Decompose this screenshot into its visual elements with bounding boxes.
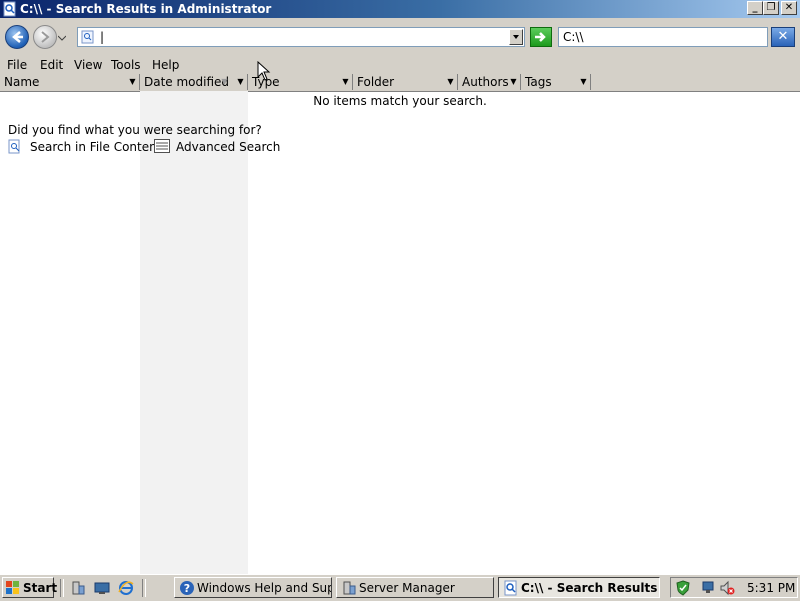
- column-type-filter[interactable]: ▼: [340, 75, 351, 89]
- search-text: C:\\: [563, 30, 584, 44]
- windows-logo-icon: [6, 581, 19, 594]
- menu-view[interactable]: View: [74, 58, 102, 72]
- column-name[interactable]: Name: [0, 74, 140, 90]
- taskbar-server-manager[interactable]: Server Manager: [336, 577, 494, 598]
- svg-text:?: ?: [184, 582, 190, 595]
- go-arrow-icon: [535, 32, 546, 42]
- sort-indicator-icon: ▼: [221, 77, 228, 86]
- menu-file[interactable]: File: [7, 58, 27, 72]
- search-folder-icon: [81, 30, 94, 44]
- taskbar-help-support[interactable]: ? Windows Help and Support: [174, 577, 332, 598]
- minimize-button[interactable]: _: [747, 1, 763, 15]
- back-arrow-icon: [12, 31, 23, 43]
- taskbar-separator: [142, 579, 146, 597]
- document-search-icon: [8, 139, 20, 154]
- column-date-label: Date modified: [144, 75, 230, 89]
- forward-arrow-icon: [41, 31, 50, 43]
- column-folder[interactable]: Folder: [353, 74, 458, 90]
- address-toolbar: | C:\\ ✕: [0, 18, 800, 56]
- close-icon: ✕: [777, 29, 789, 44]
- column-authors-label: Authors: [462, 75, 509, 89]
- back-button[interactable]: [5, 25, 29, 49]
- volume-muted-icon[interactable]: [719, 580, 735, 596]
- mouse-cursor-icon: [257, 61, 271, 81]
- show-desktop-icon[interactable]: [94, 580, 110, 596]
- address-dropdown-button[interactable]: [509, 29, 523, 45]
- advanced-search-icon: [154, 139, 170, 153]
- column-headers: Name ▼ Date modified ▼ ▼ Type ▼ Folder ▼…: [0, 74, 800, 92]
- search-file-contents-label: Search in File Contents: [30, 140, 168, 154]
- column-date-filter[interactable]: ▼: [235, 75, 246, 89]
- column-tags-filter[interactable]: ▼: [578, 75, 589, 89]
- column-name-filter[interactable]: ▼: [127, 75, 138, 89]
- taskbar-separator: [60, 579, 64, 597]
- taskbar-help-label: Windows Help and Support: [197, 581, 331, 595]
- chevron-down-icon[interactable]: [58, 34, 66, 42]
- column-folder-filter[interactable]: ▼: [445, 75, 456, 89]
- column-date-modified[interactable]: Date modified: [140, 74, 248, 90]
- menu-tools[interactable]: Tools: [111, 58, 141, 72]
- sorted-column-highlight: [140, 91, 248, 574]
- clear-search-button[interactable]: ✕: [771, 27, 795, 47]
- column-name-label: Name: [4, 75, 40, 89]
- search-input[interactable]: C:\\: [558, 27, 768, 47]
- start-label: Start: [23, 581, 58, 595]
- clock[interactable]: 5:31 PM: [747, 581, 795, 595]
- menu-bar: File Edit View Tools Help: [0, 56, 800, 74]
- column-authors-filter[interactable]: ▼: [508, 75, 519, 89]
- taskbar-server-manager-label: Server Manager: [359, 581, 455, 595]
- server-manager-quicklaunch-icon[interactable]: [70, 580, 86, 596]
- security-shield-icon[interactable]: [675, 580, 691, 596]
- empty-results-message: No items match your search.: [313, 94, 487, 108]
- search-file-contents-link[interactable]: Search in File Contents: [8, 139, 168, 155]
- column-folder-label: Folder: [357, 75, 395, 89]
- search-folder-icon: [504, 580, 517, 596]
- chevron-down-icon: [513, 35, 519, 39]
- address-input[interactable]: |: [77, 27, 525, 47]
- internet-explorer-icon[interactable]: [118, 580, 134, 596]
- taskbar: Start ? Windows Help and Support Server …: [0, 574, 800, 601]
- menu-edit[interactable]: Edit: [40, 58, 63, 72]
- search-folder-icon: [3, 1, 16, 17]
- advanced-search-label: Advanced Search: [176, 140, 281, 154]
- system-tray: 5:31 PM: [670, 577, 798, 598]
- taskbar-search-results[interactable]: C:\\ - Search Results i...: [498, 577, 660, 598]
- column-tags-label: Tags: [525, 75, 552, 89]
- taskbar-search-results-label: C:\\ - Search Results i...: [521, 581, 659, 595]
- network-icon[interactable]: [701, 580, 717, 596]
- forward-button[interactable]: [33, 25, 57, 49]
- menu-help[interactable]: Help: [152, 58, 179, 72]
- advanced-search-link[interactable]: Advanced Search: [154, 139, 280, 155]
- server-manager-icon: [343, 581, 356, 595]
- go-button[interactable]: [530, 27, 552, 47]
- close-button[interactable]: ✕: [781, 1, 797, 15]
- address-text: |: [100, 30, 105, 44]
- window-title: C:\\ - Search Results in Administrator: [20, 2, 272, 16]
- search-prompt: Did you find what you were searching for…: [8, 123, 262, 137]
- title-bar[interactable]: C:\\ - Search Results in Administrator _…: [0, 0, 800, 18]
- restore-button[interactable]: ❐: [763, 1, 779, 15]
- start-button[interactable]: Start: [2, 577, 58, 598]
- help-icon: ?: [180, 581, 194, 595]
